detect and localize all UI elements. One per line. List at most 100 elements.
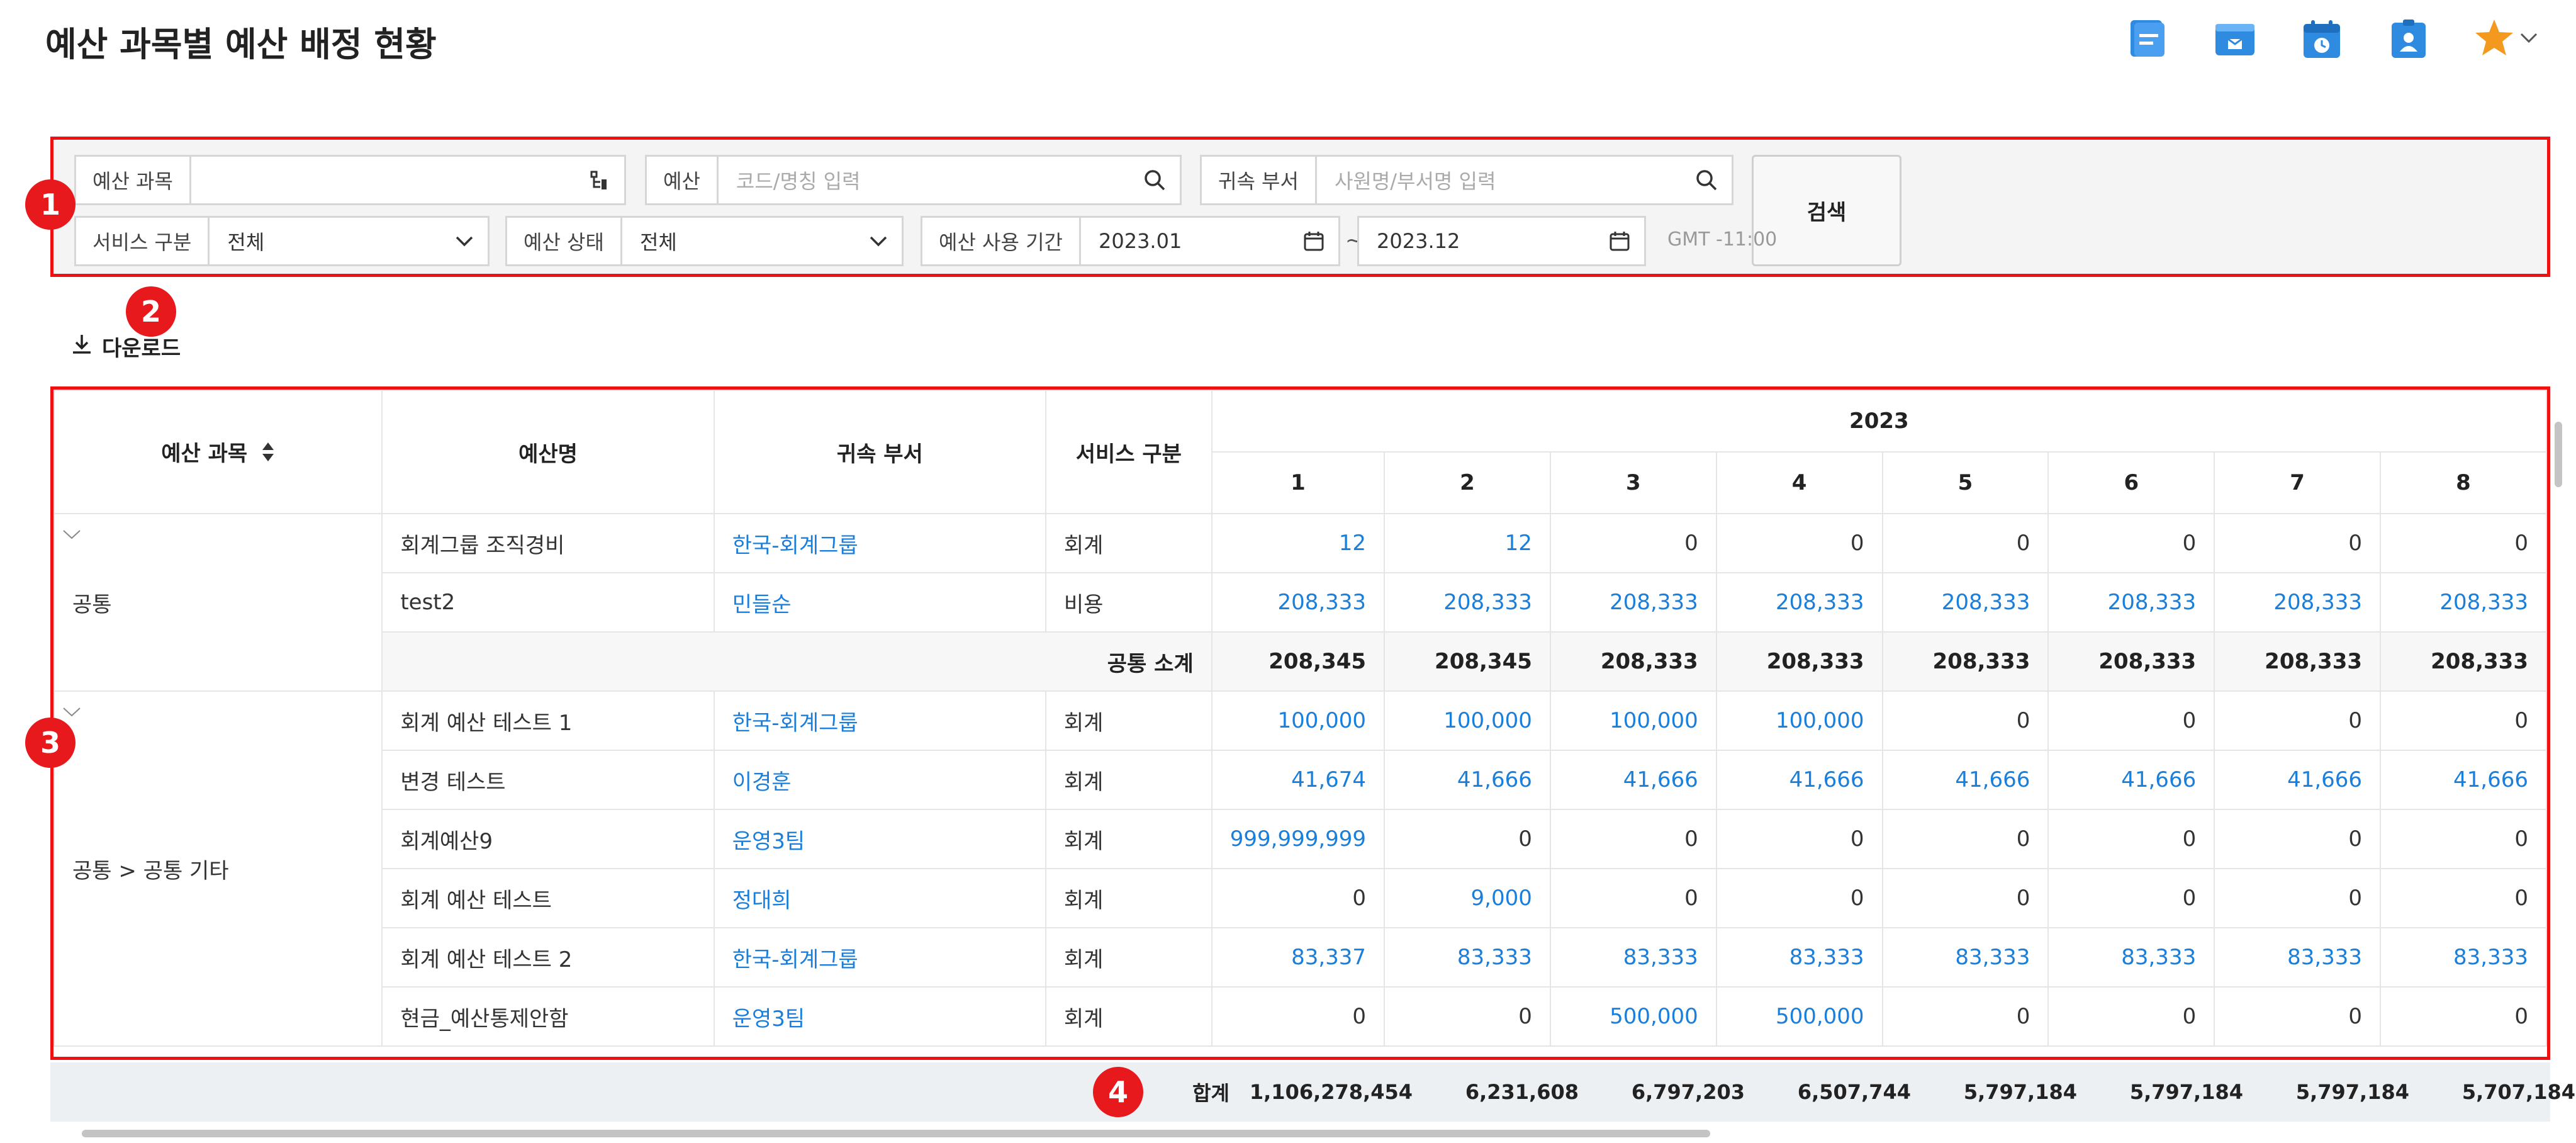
department-link[interactable]: 한국-회계그룹: [713, 690, 1046, 751]
amount-link[interactable]: 208,333: [2214, 572, 2382, 633]
calendar-icon[interactable]: [1303, 218, 1338, 264]
period-to-field[interactable]: 2023.12: [1357, 216, 1646, 266]
header-budget-subject[interactable]: 예산 과목: [53, 390, 383, 514]
service-type-select[interactable]: 서비스 구분 전체: [74, 216, 490, 266]
calendar-icon[interactable]: [2300, 18, 2343, 60]
amount-cell: 0: [1881, 513, 2049, 573]
amount-link[interactable]: 41,666: [1549, 750, 1717, 810]
table-row[interactable]: 공통 > 공통 기타 회계 예산 테스트 1 한국-회계그룹 회계 100,000 100…: [53, 690, 2547, 1047]
header-month-7: 7: [2214, 451, 2382, 514]
amount-link[interactable]: 208,333: [2380, 572, 2547, 633]
amount-link[interactable]: 208,333: [1881, 572, 2049, 633]
amount-link[interactable]: 208,333: [1384, 572, 1551, 633]
department-link[interactable]: 운영3팀: [713, 986, 1046, 1047]
amount-link[interactable]: 208,333: [2047, 572, 2215, 633]
amount-link[interactable]: 100,000: [1384, 690, 1551, 751]
amount-link[interactable]: 9,000: [1384, 868, 1551, 928]
period-from-field[interactable]: 예산 사용 기간 2023.01: [921, 216, 1340, 266]
category-cell[interactable]: 공통 > 공통 기타: [53, 690, 383, 1047]
favorite-menu[interactable]: [2474, 18, 2538, 60]
amount-link[interactable]: 12: [1211, 513, 1386, 573]
amount-link[interactable]: 83,333: [1881, 927, 2049, 988]
period-label: 예산 사용 기간: [922, 218, 1081, 264]
department-field[interactable]: 귀속 부서 사원명/부서명 입력: [1200, 155, 1733, 205]
period-from-input[interactable]: 2023.01: [1081, 218, 1303, 264]
amount-link[interactable]: 100,000: [1549, 690, 1717, 751]
budget-input[interactable]: 코드/명칭 입력: [719, 157, 1143, 203]
download-button[interactable]: 다운로드: [70, 331, 181, 362]
amount-link[interactable]: 41,666: [1881, 750, 2049, 810]
chevron-down-icon[interactable]: [2519, 31, 2538, 47]
budget-subject-input[interactable]: [191, 157, 589, 203]
department-input[interactable]: 사원명/부서명 입력: [1317, 157, 1695, 203]
department-link[interactable]: 민들순: [713, 572, 1046, 633]
category-cell[interactable]: 공통: [53, 513, 383, 692]
table-row[interactable]: test2 민들순 비용 208,333 208,333 208,333 208,333 20…: [54, 572, 2547, 633]
service-type-cell: 회계: [1044, 750, 1212, 810]
department-link[interactable]: 운영3팀: [713, 809, 1046, 869]
amount-link[interactable]: 100,000: [1715, 690, 1883, 751]
budget-field[interactable]: 예산 코드/명칭 입력: [645, 155, 1182, 205]
amount-cell: 0: [1715, 809, 1883, 869]
budget-status-select[interactable]: 예산 상태 전체: [505, 216, 904, 266]
vertical-scrollbar[interactable]: [2555, 422, 2562, 487]
amount-link[interactable]: 83,333: [1549, 927, 1717, 988]
horizontal-scrollbar[interactable]: [82, 1130, 1710, 1137]
calendar-icon[interactable]: [1609, 218, 1644, 264]
amount-link[interactable]: 208,333: [1211, 572, 1386, 633]
amount-link[interactable]: 12: [1384, 513, 1551, 573]
search-filter-panel: 예산 과목 예산 코드/명칭 입력 귀속 부서 사원명/부서명 입력 검색 서비…: [50, 137, 2550, 277]
amount-link[interactable]: 83,333: [1715, 927, 1883, 988]
amount-link[interactable]: 41,666: [2047, 750, 2215, 810]
department-link[interactable]: 한국-회계그룹: [713, 513, 1046, 573]
amount-link[interactable]: 41,674: [1211, 750, 1386, 810]
amount-link[interactable]: 100,000: [1211, 690, 1386, 751]
budget-status-value[interactable]: 전체: [622, 218, 869, 264]
collapse-chevron-icon[interactable]: [62, 521, 81, 546]
table-row[interactable]: 회계 예산 테스트 정대희 회계 0 9,000 0 0 0 0 0 0: [54, 868, 2547, 928]
budget-subject-field[interactable]: 예산 과목: [74, 155, 626, 205]
budget-subject-label: 예산 과목: [76, 157, 191, 203]
document-icon[interactable]: [2127, 18, 2170, 60]
header-month-3: 3: [1549, 451, 1717, 514]
department-link[interactable]: 한국-회계그룹: [713, 927, 1046, 988]
amount-link[interactable]: 83,337: [1211, 927, 1386, 988]
amount-cell: 0: [1881, 986, 2049, 1047]
chevron-down-icon[interactable]: [455, 218, 488, 264]
amount-link[interactable]: 83,333: [2047, 927, 2215, 988]
download-label: 다운로드: [102, 336, 181, 361]
table-row[interactable]: 현금_예산통제안함 운영3팀 회계 0 0 500,000 500,000 0 0 0 0: [54, 986, 2547, 1047]
chevron-down-icon[interactable]: [869, 218, 902, 264]
header-month-1: 1: [1211, 451, 1386, 514]
department-link[interactable]: 이경훈: [713, 750, 1046, 810]
amount-link[interactable]: 500,000: [1715, 986, 1883, 1047]
amount-link[interactable]: 208,333: [1715, 572, 1883, 633]
sort-icon[interactable]: [261, 441, 275, 468]
amount-link[interactable]: 41,666: [1715, 750, 1883, 810]
amount-link[interactable]: 83,333: [2214, 927, 2382, 988]
table-row[interactable]: 공통 회계그룹 조직경비 한국-회계그룹 회계 12 12 0 0 0 0 0 0: [53, 513, 2547, 692]
search-icon[interactable]: [1695, 157, 1732, 203]
department-link[interactable]: 정대희: [713, 868, 1046, 928]
table-row[interactable]: 회계예산9 운영3팀 회계 999,999,999 0 0 0 0 0 0 0: [54, 809, 2547, 869]
tree-select-icon[interactable]: [589, 157, 624, 203]
amount-link[interactable]: 208,333: [1549, 572, 1717, 633]
amount-link[interactable]: 41,666: [1384, 750, 1551, 810]
amount-link[interactable]: 83,333: [2380, 927, 2547, 988]
collapse-chevron-icon[interactable]: [62, 698, 81, 723]
amount-link[interactable]: 41,666: [2380, 750, 2547, 810]
mail-icon[interactable]: [2214, 18, 2256, 60]
amount-link[interactable]: 41,666: [2214, 750, 2382, 810]
period-to-input[interactable]: 2023.12: [1359, 218, 1609, 264]
amount-link[interactable]: 83,333: [1384, 927, 1551, 988]
amount-link[interactable]: 500,000: [1549, 986, 1717, 1047]
amount-link[interactable]: 999,999,999: [1211, 809, 1386, 869]
table-row[interactable]: 변경 테스트 이경훈 회계 41,674 41,666 41,666 41,666 41,66…: [54, 750, 2547, 810]
star-icon[interactable]: [2474, 18, 2514, 60]
subtotal-cell: 208,333: [2047, 631, 2215, 692]
service-type-value[interactable]: 전체: [210, 218, 455, 264]
table-row[interactable]: 회계 예산 테스트 2 한국-회계그룹 회계 83,337 83,333 83,333 83…: [54, 927, 2547, 988]
budget-name-cell: 회계그룹 조직경비: [381, 513, 715, 573]
contact-icon[interactable]: [2387, 18, 2430, 60]
search-icon[interactable]: [1143, 157, 1180, 203]
